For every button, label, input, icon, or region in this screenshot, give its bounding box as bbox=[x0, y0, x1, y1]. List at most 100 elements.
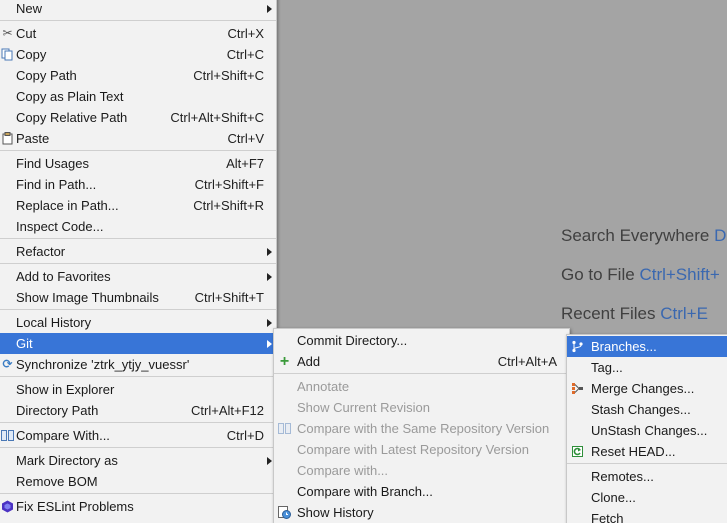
repo-item-tag[interactable]: Tag... bbox=[567, 357, 727, 378]
menu-item-label: Remotes... bbox=[591, 469, 654, 484]
hint-key: Do bbox=[714, 226, 727, 245]
menu-item-cut[interactable]: ✂ Cut Ctrl+X bbox=[0, 23, 276, 44]
menu-item-local-history[interactable]: Local History bbox=[0, 312, 276, 333]
repo-item-reset-head[interactable]: Reset HEAD... bbox=[567, 441, 727, 462]
hint-key: Ctrl+E bbox=[660, 304, 708, 323]
git-item-compare-latest-repo-version[interactable]: Compare with Latest Repository Version bbox=[274, 439, 569, 460]
menu-item-git[interactable]: Git bbox=[0, 333, 276, 354]
submenu-arrow-icon bbox=[267, 340, 272, 348]
menu-item-label: Git bbox=[16, 336, 33, 351]
menu-item-label: Compare with the Same Repository Version bbox=[297, 421, 550, 436]
hint-label: Recent Files bbox=[561, 304, 656, 323]
repo-item-branches[interactable]: Branches... bbox=[567, 336, 727, 357]
menu-separator bbox=[0, 238, 276, 239]
git-item-compare-with[interactable]: Compare with... bbox=[274, 460, 569, 481]
repo-item-merge-changes[interactable]: Merge Changes... bbox=[567, 378, 727, 399]
repo-item-stash-changes[interactable]: Stash Changes... bbox=[567, 399, 727, 420]
menu-item-directory-path[interactable]: Directory Path Ctrl+Alt+F12 bbox=[0, 400, 276, 421]
menu-item-label: Synchronize 'ztrk_ytjy_vuessr' bbox=[16, 357, 190, 372]
menu-item-label: Compare with Latest Repository Version bbox=[297, 442, 529, 457]
menu-item-shortcut: Ctrl+D bbox=[226, 428, 264, 443]
hint-label: Go to File bbox=[561, 265, 635, 284]
menu-item-label: Commit Directory... bbox=[297, 333, 408, 348]
menu-item-paste[interactable]: Paste Ctrl+V bbox=[0, 128, 276, 149]
menu-item-shortcut: Ctrl+Alt+A bbox=[497, 354, 557, 369]
hint-key: Ctrl+Shift+ bbox=[639, 265, 720, 284]
menu-item-add-to-favorites[interactable]: Add to Favorites bbox=[0, 266, 276, 287]
git-item-commit-directory[interactable]: Commit Directory... bbox=[274, 330, 569, 351]
menu-item-copy-path[interactable]: Copy Path Ctrl+Shift+C bbox=[0, 65, 276, 86]
menu-separator bbox=[567, 463, 727, 464]
submenu-arrow-icon bbox=[267, 248, 272, 256]
menu-item-label: Directory Path bbox=[16, 403, 99, 418]
menu-item-label: Inspect Code... bbox=[16, 219, 104, 234]
menu-item-label: Show History bbox=[297, 505, 374, 520]
repo-item-fetch[interactable]: Fetch bbox=[567, 508, 727, 523]
menu-item-copy-relative-path[interactable]: Copy Relative Path Ctrl+Alt+Shift+C bbox=[0, 107, 276, 128]
menu-item-compare-with[interactable]: Compare With... Ctrl+D bbox=[0, 425, 276, 446]
menu-item-label: Tag... bbox=[591, 360, 623, 375]
menu-item-shortcut: Ctrl+X bbox=[227, 26, 264, 41]
menu-item-remove-bom[interactable]: Remove BOM bbox=[0, 471, 276, 492]
menu-separator bbox=[274, 373, 569, 374]
repo-item-remotes[interactable]: Remotes... bbox=[567, 466, 727, 487]
menu-item-find-usages[interactable]: Find Usages Alt+F7 bbox=[0, 153, 276, 174]
repo-item-clone[interactable]: Clone... bbox=[567, 487, 727, 508]
menu-item-label: Fix ESLint Problems bbox=[16, 499, 134, 514]
menu-item-replace-in-path[interactable]: Replace in Path... Ctrl+Shift+R bbox=[0, 195, 276, 216]
menu-item-label: Mark Directory as bbox=[16, 453, 118, 468]
menu-item-shortcut: Ctrl+Alt+Shift+C bbox=[170, 110, 264, 125]
menu-item-label: Copy as Plain Text bbox=[16, 89, 124, 104]
sync-icon: ⟳ bbox=[2, 357, 13, 371]
menu-item-shortcut: Ctrl+Shift+R bbox=[193, 198, 264, 213]
submenu-arrow-icon bbox=[267, 457, 272, 465]
git-item-annotate[interactable]: Annotate bbox=[274, 376, 569, 397]
menu-separator bbox=[0, 376, 276, 377]
menu-item-label: Find in Path... bbox=[16, 177, 97, 192]
menu-item-label: Show in Explorer bbox=[16, 382, 115, 397]
menu-item-mark-directory-as[interactable]: Mark Directory as bbox=[0, 450, 276, 471]
menu-item-synchronize[interactable]: ⟳ Synchronize 'ztrk_ytjy_vuessr' bbox=[0, 354, 276, 375]
submenu-arrow-icon bbox=[267, 319, 272, 327]
menu-item-fix-eslint[interactable]: Fix ESLint Problems bbox=[0, 496, 276, 517]
menu-separator bbox=[0, 309, 276, 310]
menu-item-label: Reset HEAD... bbox=[591, 444, 676, 459]
menu-item-shortcut: Ctrl+Alt+F12 bbox=[191, 403, 264, 418]
menu-item-find-in-path[interactable]: Find in Path... Ctrl+Shift+F bbox=[0, 174, 276, 195]
menu-item-refactor[interactable]: Refactor bbox=[0, 241, 276, 262]
menu-item-label: UnStash Changes... bbox=[591, 423, 708, 438]
menu-item-show-in-explorer[interactable]: Show in Explorer bbox=[0, 379, 276, 400]
menu-item-copy[interactable]: Copy Ctrl+C bbox=[0, 44, 276, 65]
menu-item-inspect-code[interactable]: Inspect Code... bbox=[0, 216, 276, 237]
menu-separator bbox=[0, 150, 276, 151]
copy-icon bbox=[1, 48, 14, 61]
menu-item-label: Annotate bbox=[297, 379, 350, 394]
scissors-icon: ✂ bbox=[2, 26, 13, 40]
git-item-compare-with-branch[interactable]: Compare with Branch... bbox=[274, 481, 569, 502]
menu-item-show-image-thumbnails[interactable]: Show Image Thumbnails Ctrl+Shift+T bbox=[0, 287, 276, 308]
hint-recent-files: Recent Files Ctrl+E bbox=[561, 304, 708, 324]
menu-item-new[interactable]: New bbox=[0, 0, 276, 19]
eslint-icon bbox=[1, 500, 14, 513]
repo-item-unstash-changes[interactable]: UnStash Changes... bbox=[567, 420, 727, 441]
menu-separator bbox=[0, 447, 276, 448]
git-submenu: Commit Directory... + Add Ctrl+Alt+A Ann… bbox=[273, 328, 570, 523]
git-item-show-history[interactable]: Show History bbox=[274, 502, 569, 523]
menu-item-label: Copy Path bbox=[16, 68, 77, 83]
hint-go-to-file: Go to File Ctrl+Shift+ bbox=[561, 265, 720, 285]
history-icon bbox=[278, 506, 291, 519]
git-item-show-current-revision[interactable]: Show Current Revision bbox=[274, 397, 569, 418]
hint-label: Search Everywhere bbox=[561, 226, 710, 245]
menu-item-shortcut: Ctrl+C bbox=[226, 47, 264, 62]
menu-item-label: Show Current Revision bbox=[297, 400, 430, 415]
hint-search-everywhere: Search Everywhere Do bbox=[561, 226, 727, 246]
git-item-add[interactable]: + Add Ctrl+Alt+A bbox=[274, 351, 569, 372]
git-item-compare-same-repo-version[interactable]: Compare with the Same Repository Version bbox=[274, 418, 569, 439]
compare-icon bbox=[278, 422, 291, 435]
menu-item-label: Refactor bbox=[16, 244, 66, 259]
menu-item-shortcut: Ctrl+Shift+C bbox=[193, 68, 264, 83]
menu-item-label: Clone... bbox=[591, 490, 636, 505]
menu-item-label: Add bbox=[297, 354, 321, 369]
menu-item-copy-plain-text[interactable]: Copy as Plain Text bbox=[0, 86, 276, 107]
menu-item-label: Compare with Branch... bbox=[297, 484, 433, 499]
